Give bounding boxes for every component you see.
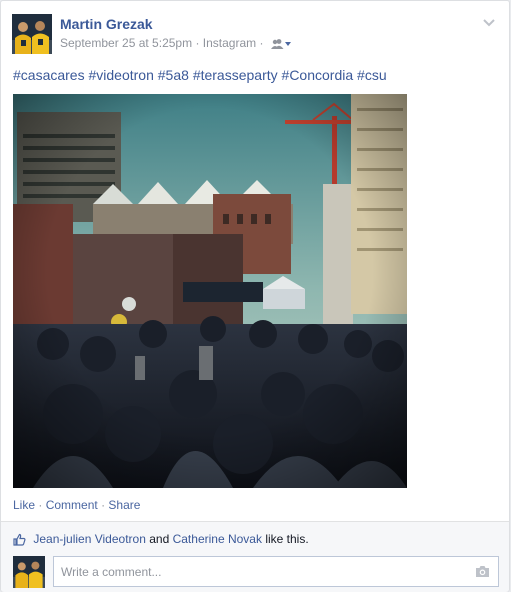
comment-row: Write a comment... bbox=[13, 556, 499, 588]
liker-name[interactable]: Catherine Novak bbox=[173, 532, 262, 546]
viewer-avatar[interactable] bbox=[13, 556, 45, 588]
post-actions: Like · Comment · Share bbox=[13, 498, 140, 512]
avatar-image bbox=[13, 556, 45, 588]
post-card: Martin Grezak September 25 at 5:25pm · I… bbox=[0, 0, 510, 592]
hashtag[interactable]: #casacares bbox=[13, 67, 85, 83]
meta-separator: · bbox=[259, 36, 264, 50]
author-avatar[interactable] bbox=[12, 14, 52, 54]
likes-and-text: and bbox=[149, 532, 170, 546]
friends-icon[interactable] bbox=[270, 38, 291, 52]
comment-link[interactable]: Comment bbox=[46, 498, 98, 512]
action-separator: · bbox=[101, 498, 106, 512]
post-photo[interactable] bbox=[13, 94, 407, 488]
likes-suffix: like this. bbox=[265, 532, 309, 546]
post-meta: September 25 at 5:25pm · Instagram · bbox=[60, 36, 291, 52]
avatar-image bbox=[12, 14, 52, 54]
thumbs-up-icon bbox=[13, 533, 26, 549]
post-caption: #casacares #videotron #5a8 #terasseparty… bbox=[13, 67, 387, 83]
like-link[interactable]: Like bbox=[13, 498, 35, 512]
hashtag[interactable]: #videotron bbox=[88, 67, 153, 83]
hashtag[interactable]: #csu bbox=[357, 67, 387, 83]
feedback-area: Jean-julien Videotron and Catherine Nova… bbox=[1, 521, 509, 592]
hashtag[interactable]: #5a8 bbox=[158, 67, 189, 83]
liker-name[interactable]: Jean-julien Videotron bbox=[33, 532, 146, 546]
meta-separator: · bbox=[195, 36, 200, 50]
comment-placeholder: Write a comment... bbox=[61, 565, 162, 579]
action-separator: · bbox=[38, 498, 43, 512]
hashtag[interactable]: #terasseparty bbox=[193, 67, 278, 83]
hashtag[interactable]: #Concordia bbox=[282, 67, 354, 83]
comment-input[interactable]: Write a comment... bbox=[53, 556, 499, 587]
post-timestamp[interactable]: September 25 at 5:25pm bbox=[60, 36, 192, 50]
likes-summary: Jean-julien Videotron and Catherine Nova… bbox=[13, 532, 309, 549]
share-link[interactable]: Share bbox=[108, 498, 140, 512]
chevron-down-icon[interactable] bbox=[482, 16, 496, 30]
camera-icon[interactable] bbox=[475, 565, 490, 581]
post-source[interactable]: Instagram bbox=[203, 36, 256, 50]
author-name[interactable]: Martin Grezak bbox=[60, 16, 153, 32]
post-header: Martin Grezak September 25 at 5:25pm · I… bbox=[12, 12, 500, 56]
